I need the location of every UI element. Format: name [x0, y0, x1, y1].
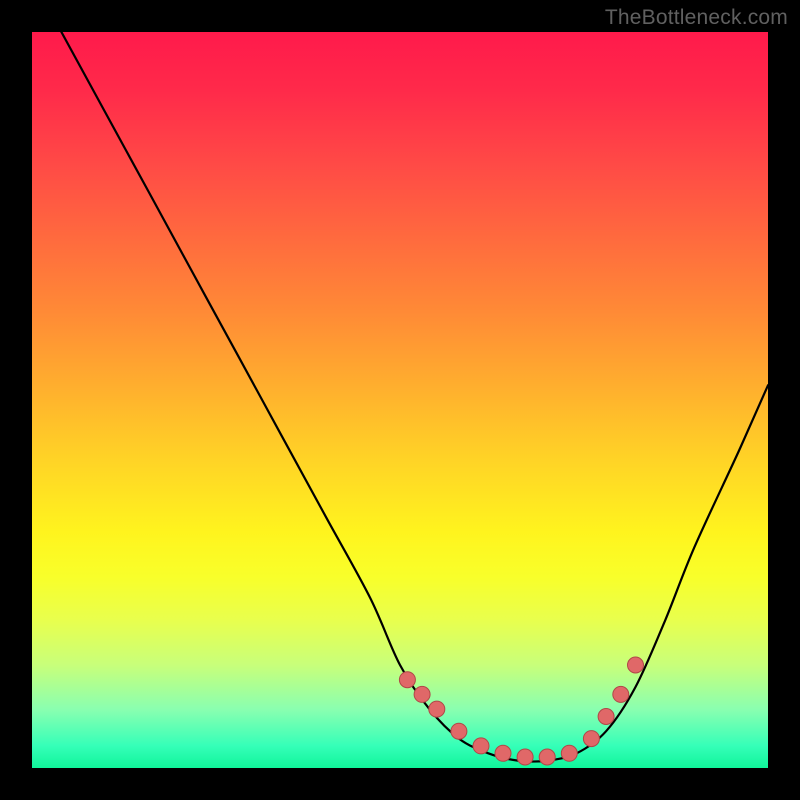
highlight-dot	[613, 686, 629, 702]
highlight-dot	[451, 723, 467, 739]
highlight-dot	[517, 749, 533, 765]
highlight-dot	[495, 745, 511, 761]
bottleneck-curve-path	[61, 32, 768, 762]
highlight-dot	[399, 672, 415, 688]
watermark-text: TheBottleneck.com	[605, 6, 788, 30]
highlight-dot	[539, 749, 555, 765]
curve-svg	[32, 32, 768, 768]
highlight-dots-group	[399, 657, 643, 765]
highlight-dot	[429, 701, 445, 717]
highlight-dot	[583, 731, 599, 747]
chart-stage: TheBottleneck.com	[0, 0, 800, 800]
highlight-dot	[598, 709, 614, 725]
highlight-dot	[628, 657, 644, 673]
highlight-dot	[414, 686, 430, 702]
highlight-dot	[473, 738, 489, 754]
highlight-dot	[561, 745, 577, 761]
plot-area	[32, 32, 768, 768]
